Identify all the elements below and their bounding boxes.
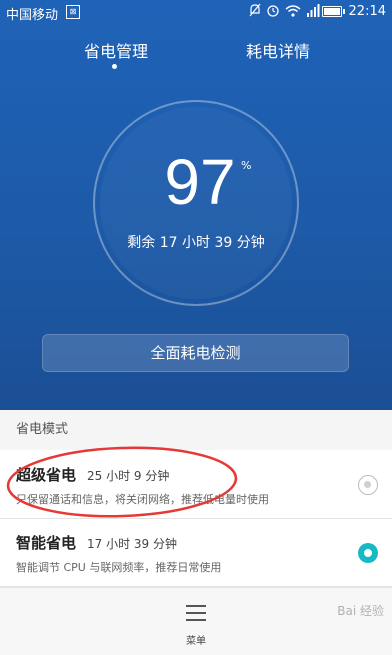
alarm-icon bbox=[267, 5, 279, 17]
active-tab-indicator bbox=[112, 64, 117, 69]
radio-button[interactable] bbox=[358, 475, 378, 495]
status-icons bbox=[249, 3, 320, 17]
radio-button-selected[interactable] bbox=[358, 543, 378, 563]
menu-label[interactable]: 菜单 bbox=[0, 632, 392, 647]
clock: 22:14 bbox=[348, 4, 386, 19]
wifi-icon bbox=[285, 4, 301, 17]
red-ellipse-annotation bbox=[6, 446, 238, 518]
signal-icon bbox=[307, 3, 320, 17]
watermark: Bai 经验 bbox=[337, 604, 384, 618]
bottom-bar: 菜单 Bai 经验 bbox=[0, 587, 392, 655]
status-bar: 中国移动 ⊠ 22:14 bbox=[0, 0, 392, 24]
sim-icon: ⊠ bbox=[66, 5, 80, 19]
mode-time: 17 小时 39 分钟 bbox=[87, 537, 177, 551]
percent-sign: % bbox=[241, 159, 252, 172]
mute-icon bbox=[249, 3, 261, 17]
battery-header: 中国移动 ⊠ 22:14 省电管理 耗电详情 97 % 剩余 17 小时 39 … bbox=[0, 0, 392, 410]
tab-bar: 省电管理 耗电详情 bbox=[0, 38, 392, 78]
tab-consumption-details[interactable]: 耗电详情 bbox=[246, 38, 310, 62]
remaining-time: 剩余 17 小时 39 分钟 bbox=[127, 235, 265, 251]
full-check-button[interactable]: 全面耗电检测 bbox=[42, 334, 349, 372]
battery-icon bbox=[322, 6, 345, 17]
mode-description: 智能调节 CPU 与联网频率，推荐日常使用 bbox=[16, 561, 222, 574]
carrier-name: 中国移动 bbox=[6, 8, 59, 23]
menu-icon[interactable] bbox=[186, 604, 206, 622]
tab-power-management[interactable]: 省电管理 bbox=[84, 38, 148, 62]
mode-name: 智能省电 bbox=[16, 534, 77, 552]
mode-smart-saver[interactable]: 智能省电 17 小时 39 分钟 智能调节 CPU 与联网频率，推荐日常使用 bbox=[0, 519, 392, 587]
battery-fill bbox=[324, 8, 340, 15]
battery-percent: 97 bbox=[164, 146, 236, 218]
